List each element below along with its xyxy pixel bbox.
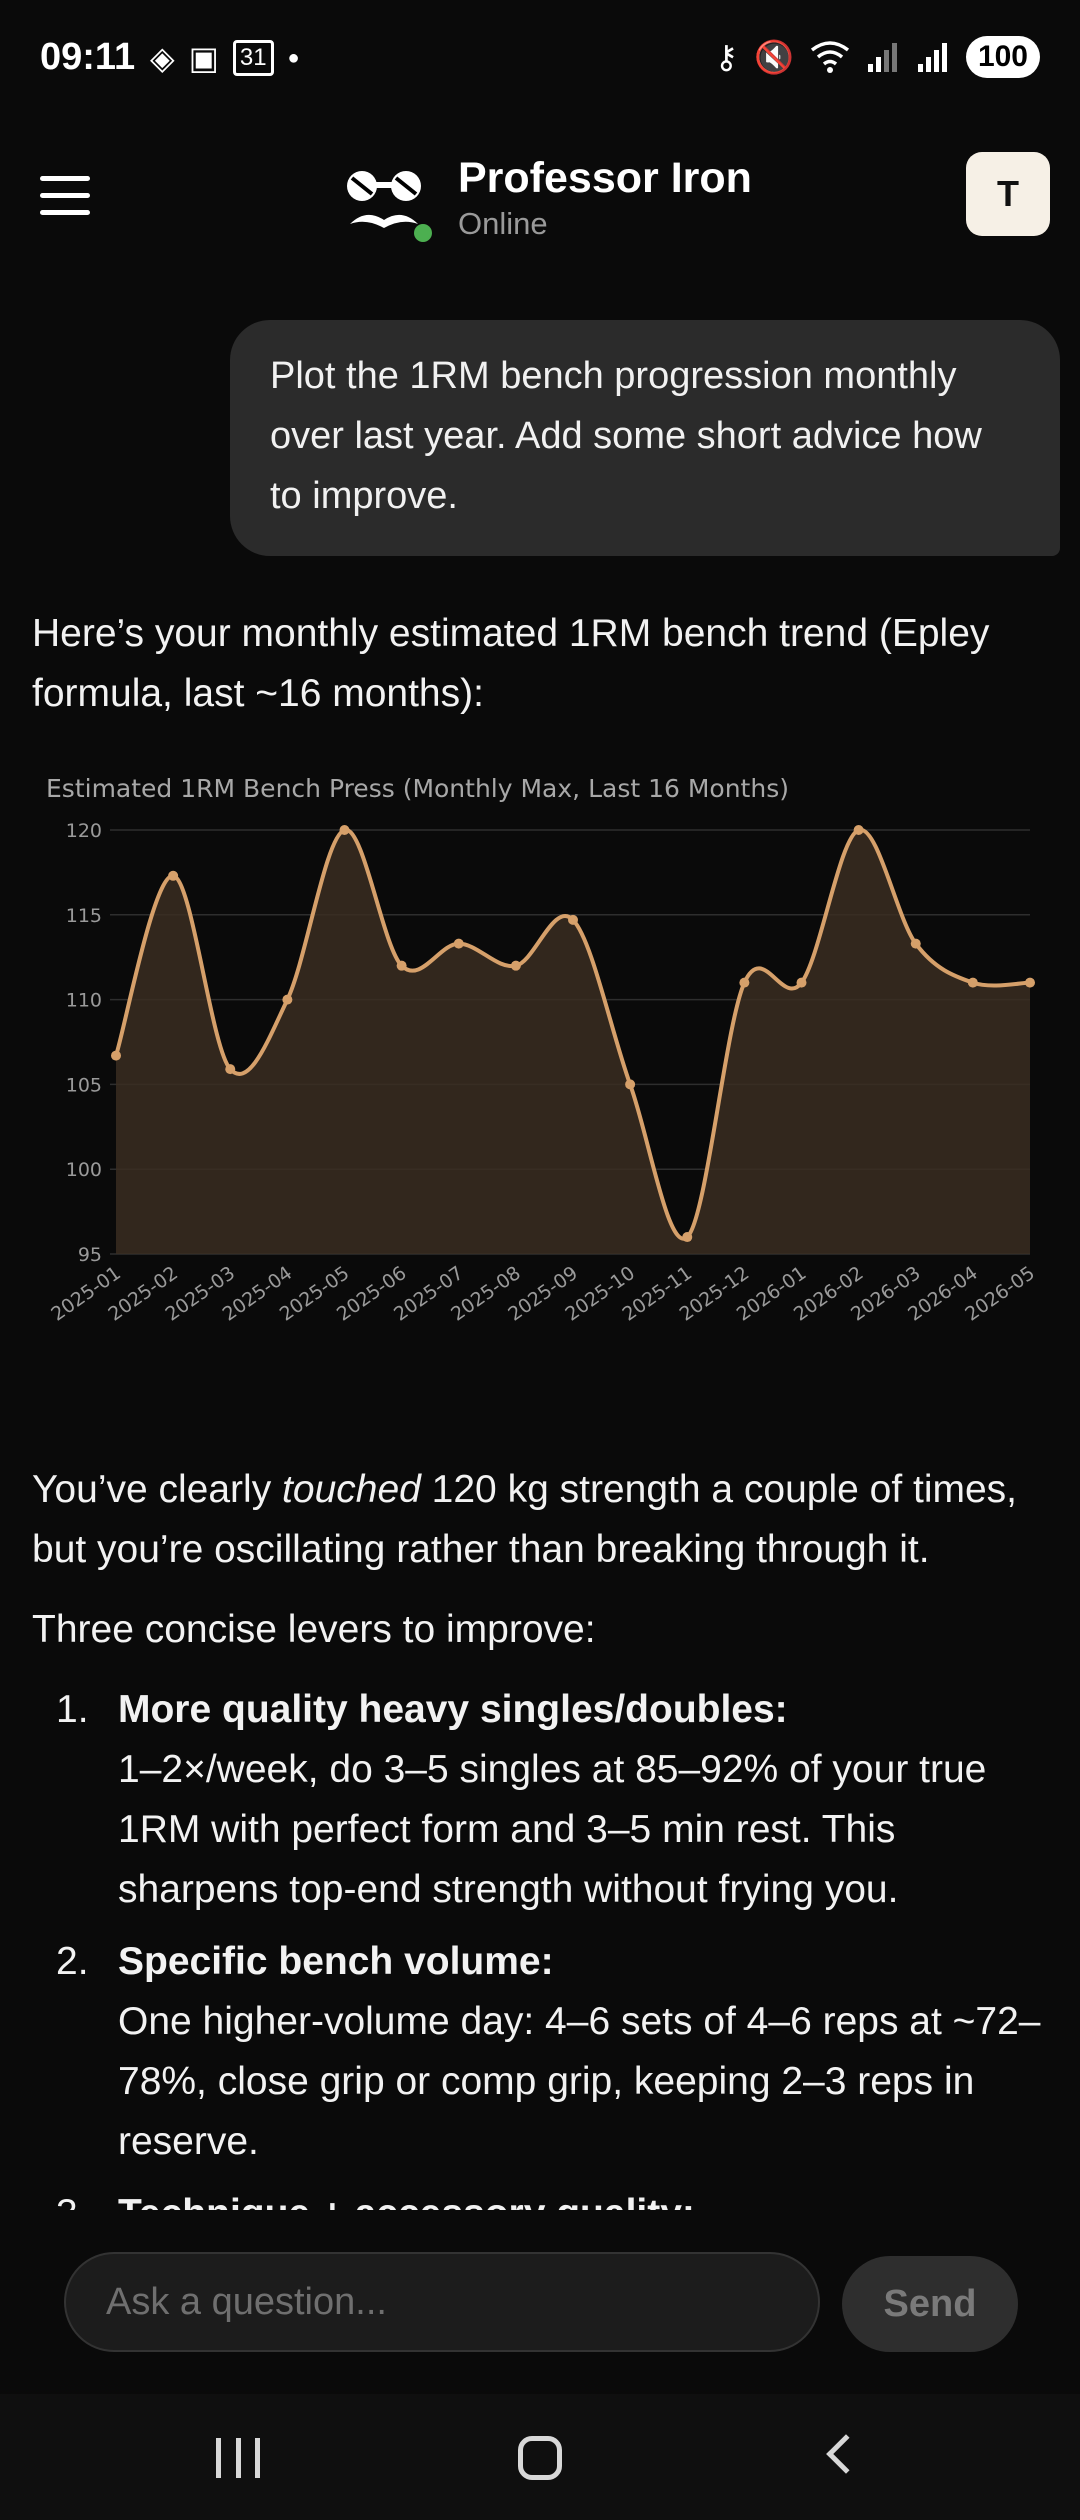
data-point (111, 1050, 121, 1061)
user-avatar[interactable]: T (966, 152, 1050, 236)
battery-indicator: 100 (965, 36, 1040, 78)
data-point (739, 977, 750, 988)
data-point (453, 938, 464, 949)
ask-input[interactable] (64, 2252, 820, 2352)
composer-bar: Send (0, 2220, 1080, 2390)
diamond-icon: ◈ (150, 40, 175, 76)
system-nav-bar (0, 2394, 1080, 2520)
key-icon: ⚷ (714, 39, 739, 75)
data-point (282, 994, 293, 1005)
signal-icon (867, 43, 897, 72)
bot-paragraph-1: You’ve clearly touched 120 kg strength a… (32, 1460, 1052, 1580)
user-message-bubble: Plot the 1RM bench progression monthly o… (230, 320, 1060, 556)
data-point (1025, 977, 1035, 988)
status-left-icons: ◈ ▣ 31 ● (150, 38, 300, 78)
data-point (853, 825, 864, 835)
list-item-title: More quality heavy singles/doubles: (118, 1688, 788, 1731)
emphasis-text: touched (282, 1468, 421, 1511)
list-number: 3. (56, 2184, 89, 2210)
list-number: 2. (56, 1940, 89, 1983)
y-tick-label: 110 (66, 990, 102, 1012)
data-point (568, 914, 578, 925)
list-item-body: One higher-volume day: 4–6 sets of 4–6 r… (118, 2000, 1041, 2163)
y-tick-label: 105 (66, 1074, 102, 1096)
menu-button[interactable] (40, 176, 90, 216)
dot-icon: ● (287, 47, 300, 69)
y-tick-label: 100 (66, 1159, 102, 1181)
hamburger-line (40, 193, 90, 198)
status-right-icons: ⚷ 🔇 100 (715, 36, 1040, 78)
list-item-title: Specific bench volume: (118, 1940, 554, 1983)
data-point (796, 977, 807, 988)
status-time: 09:11 (40, 36, 136, 78)
list-item: 3. Technique + accessory quality: (32, 2184, 1052, 2210)
back-icon[interactable] (826, 2434, 866, 2474)
bench-1rm-chart: Estimated 1RM Bench Press (Monthly Max, … (30, 760, 1060, 1360)
list-number: 1. (56, 1688, 89, 1731)
calendar-icon: 31 (232, 40, 274, 76)
list-item: 1. More quality heavy singles/doubles: 1… (32, 1680, 1052, 1920)
wifi-icon (810, 41, 850, 73)
advice-list: 1. More quality heavy singles/doubles: 1… (32, 1680, 1052, 2210)
bot-paragraph-2: Three concise levers to improve: (32, 1608, 596, 1651)
chat-header: Professor Iron Online T (0, 140, 1080, 260)
mute-icon: 🔇 (754, 39, 794, 75)
data-point (396, 960, 407, 971)
paragraph-text: You’ve clearly (32, 1468, 283, 1511)
sim-icon: ▣ (188, 40, 219, 76)
data-point (225, 1064, 236, 1075)
recents-icon[interactable] (216, 2438, 260, 2478)
data-point (510, 960, 521, 971)
data-point (910, 938, 921, 949)
online-status-dot (414, 224, 432, 242)
bot-status: Online (458, 206, 548, 241)
send-button[interactable]: Send (842, 2256, 1018, 2352)
list-item-title: Technique + accessory quality: (118, 2192, 695, 2210)
bot-intro-text: Here’s your monthly estimated 1RM bench … (32, 612, 990, 715)
signal-icon (917, 43, 947, 72)
home-icon[interactable] (518, 2436, 562, 2480)
list-item: 2. Specific bench volume: One higher-vol… (32, 1932, 1052, 2172)
y-tick-label: 95 (78, 1244, 102, 1266)
data-point (625, 1079, 636, 1090)
data-point (682, 1232, 693, 1243)
bot-name: Professor Iron (458, 154, 752, 202)
hamburger-line (40, 210, 90, 215)
list-item-body: 1–2×/week, do 3–5 singles at 85–92% of y… (118, 1748, 987, 1911)
hamburger-line (40, 176, 90, 181)
data-point (339, 825, 350, 835)
y-tick-label: 120 (66, 820, 102, 842)
data-point (168, 870, 179, 881)
y-tick-label: 115 (66, 905, 102, 927)
chart-svg: 951001051101151202025-012025-022025-0320… (47, 820, 1039, 1326)
data-point (967, 977, 978, 988)
status-bar: 09:11 ◈ ▣ 31 ● ⚷ 🔇 100 (0, 0, 1080, 120)
